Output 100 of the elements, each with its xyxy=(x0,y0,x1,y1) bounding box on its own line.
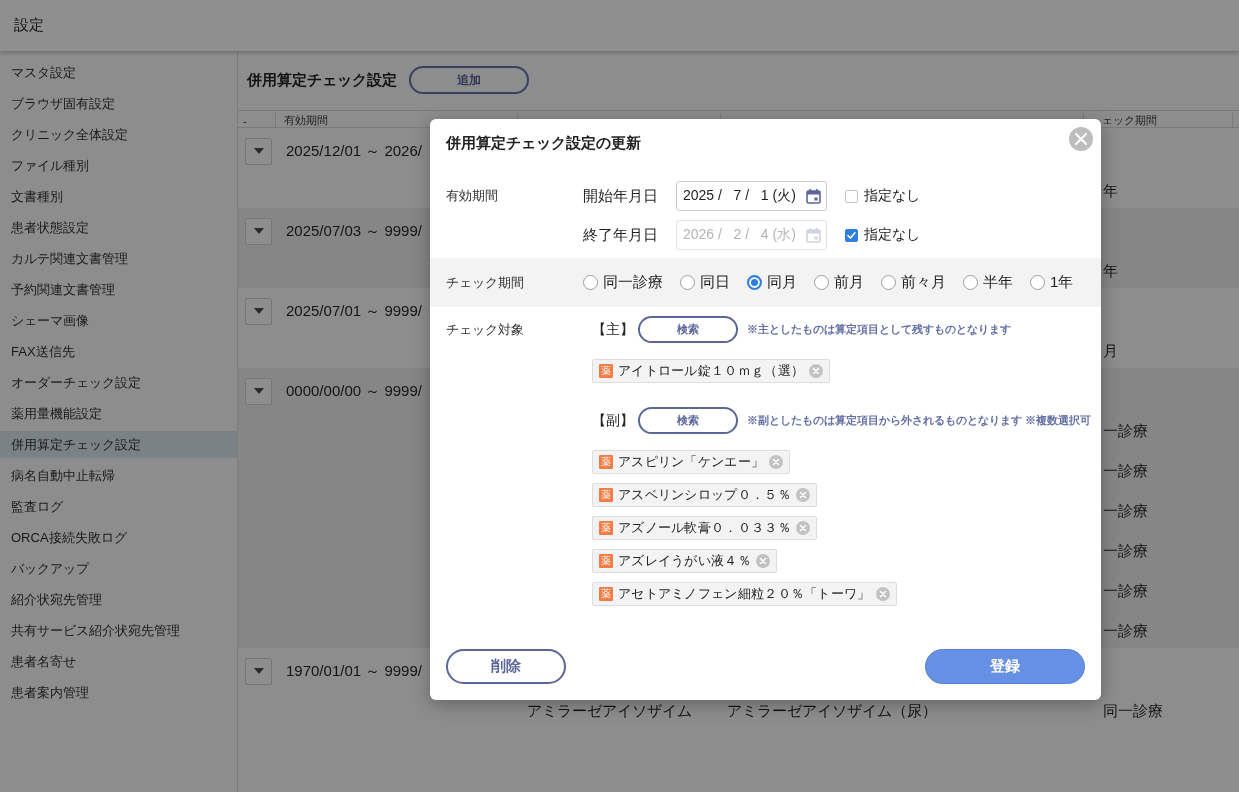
check-period-text: 年 xyxy=(1103,181,1118,201)
item-name-text: アミラーゼアイソザイム（尿） xyxy=(727,701,937,721)
radio-label[interactable]: 同日 xyxy=(700,273,730,292)
drug-name: アスピリン「ケンエー」 xyxy=(618,453,765,471)
radio-button[interactable] xyxy=(747,275,762,290)
sidebar-item[interactable]: クリニック全体設定 xyxy=(0,121,237,148)
check-period-text: 年 xyxy=(1103,261,1118,281)
sidebar-item[interactable]: ORCA接続失敗ログ xyxy=(0,524,237,551)
remove-icon[interactable] xyxy=(795,521,810,535)
sidebar-item[interactable]: 薬用量機能設定 xyxy=(0,400,237,427)
remove-icon[interactable] xyxy=(756,554,770,568)
radio-button[interactable] xyxy=(963,275,978,290)
add-button[interactable]: 追加 xyxy=(409,66,529,94)
close-button[interactable] xyxy=(1069,127,1093,151)
note-text: ※主としたものは算定項目として残すものとなります xyxy=(747,322,1011,337)
sidebar-item[interactable]: オーダーチェック設定 xyxy=(0,369,237,396)
drug-name: アズレイうがい液４％ xyxy=(618,552,751,570)
sidebar-item[interactable]: 紹介状宛先管理 xyxy=(0,586,237,613)
radio-label[interactable]: 1年 xyxy=(1050,273,1074,292)
caret-icon xyxy=(253,148,264,154)
calendar-icon[interactable] xyxy=(806,188,821,204)
date-label: 開始年月日 xyxy=(583,186,658,204)
drug-tag: 薬 xyxy=(599,488,613,502)
column-header: ェック期間 xyxy=(1102,113,1157,128)
item-name-text: アミラーゼアイソザイム xyxy=(527,701,692,721)
radio-label[interactable]: 前々月 xyxy=(901,273,946,292)
radio-button[interactable] xyxy=(814,275,829,290)
radio-label[interactable]: 同一診療 xyxy=(603,273,663,292)
sidebar-item[interactable]: 共有サービス紹介状宛先管理 xyxy=(0,617,237,644)
drug-tag: 薬 xyxy=(599,364,613,378)
remove-icon[interactable] xyxy=(809,364,824,378)
check-period-text: 月 xyxy=(1103,341,1118,361)
search-button[interactable]: 検索 xyxy=(638,316,738,343)
expand-button[interactable] xyxy=(245,657,272,685)
sidebar-item[interactable]: 監査ログ xyxy=(0,493,237,520)
group-heading: 【副】 xyxy=(592,411,635,430)
expand-button[interactable] xyxy=(245,137,272,165)
check-period-text: 一診療 xyxy=(1103,461,1148,481)
date-range-text: 0000/00/00 ～ 9999/ xyxy=(286,381,422,401)
drug-name: アセトアミノフェン細粒２０％「トーワ」 xyxy=(618,585,871,603)
expand-button[interactable] xyxy=(245,217,272,245)
column-header: 有効期間 xyxy=(284,113,328,128)
check-icon xyxy=(847,230,856,240)
sidebar-item[interactable]: シェーマ画像 xyxy=(0,307,237,334)
sidebar-item[interactable]: マスタ設定 xyxy=(0,59,237,86)
remove-icon[interactable] xyxy=(875,587,890,601)
caret-icon xyxy=(253,388,264,394)
caret-icon xyxy=(253,668,264,674)
expand-button[interactable] xyxy=(245,297,272,325)
date-range-text: 2025/07/03 ～ 9999/ xyxy=(286,221,422,241)
dialog-title: 併用算定チェック設定の更新 xyxy=(446,133,641,153)
date-label: 終了年月日 xyxy=(583,225,658,243)
sidebar-item[interactable]: ブラウザ固有設定 xyxy=(0,90,237,117)
delete-button[interactable]: 削除 xyxy=(446,649,566,684)
date-field[interactable]: 2025 / 7 / 1 (火) xyxy=(676,181,827,211)
checkbox[interactable] xyxy=(845,189,858,203)
sidebar-item[interactable]: 予約関連文書管理 xyxy=(0,276,237,303)
field-label: チェック期間 xyxy=(446,274,524,290)
drug-tag: 薬 xyxy=(599,554,613,568)
app-title: 設定 xyxy=(14,16,44,35)
check-period-text: 一診療 xyxy=(1103,421,1148,441)
remove-icon[interactable] xyxy=(795,488,810,502)
radio-button[interactable] xyxy=(680,275,695,290)
date-range-text: 1970/01/01 ～ 9999/ xyxy=(286,661,422,681)
field-label: チェック対象 xyxy=(446,320,524,339)
column-header: - xyxy=(243,114,247,127)
group-heading: 【主】 xyxy=(592,320,635,339)
sidebar-item[interactable]: 病名自動中止転帰 xyxy=(0,462,237,489)
radio-button[interactable] xyxy=(881,275,896,290)
register-button[interactable]: 登録 xyxy=(925,649,1085,684)
sidebar-item[interactable]: 患者状態設定 xyxy=(0,214,237,241)
check-period-text: 一診療 xyxy=(1103,621,1148,641)
radio-label[interactable]: 前月 xyxy=(834,273,864,292)
radio-button[interactable] xyxy=(583,275,598,290)
sidebar-item[interactable]: 文書種別 xyxy=(0,183,237,210)
check-period-text: 同一診療 xyxy=(1103,701,1163,721)
sidebar-item[interactable]: バックアップ xyxy=(0,555,237,582)
caret-icon xyxy=(253,228,264,234)
radio-label[interactable]: 同月 xyxy=(767,273,797,292)
page-title: 併用算定チェック設定 xyxy=(247,70,397,90)
sidebar-item[interactable]: ファイル種別 xyxy=(0,152,237,179)
sidebar-item[interactable]: 併用算定チェック設定 xyxy=(0,431,237,458)
remove-icon[interactable] xyxy=(769,455,784,469)
drug-name: アスベリンシロップ０．５％ xyxy=(618,486,791,504)
sidebar-item[interactable]: カルテ関連文書管理 xyxy=(0,245,237,272)
sidebar-item[interactable]: 患者名寄せ xyxy=(0,648,237,675)
drug-tag: 薬 xyxy=(599,521,613,535)
search-button[interactable]: 検索 xyxy=(638,407,738,434)
checkbox-label[interactable]: 指定なし xyxy=(864,187,920,205)
date-range-text: 2025/12/01 ～ 2026/ xyxy=(286,141,422,161)
drug-name: アズノール軟膏０．０３３％ xyxy=(618,519,791,537)
check-period-text: 一診療 xyxy=(1103,501,1148,521)
radio-label[interactable]: 半年 xyxy=(983,273,1013,292)
close-icon xyxy=(1075,133,1087,145)
drug-tag: 薬 xyxy=(599,587,613,601)
check-period-text: 一診療 xyxy=(1103,581,1148,601)
sidebar-item[interactable]: FAX送信先 xyxy=(0,338,237,365)
sidebar-item[interactable]: 患者案内管理 xyxy=(0,679,237,706)
expand-button[interactable] xyxy=(245,377,272,405)
radio-button[interactable] xyxy=(1030,275,1045,290)
